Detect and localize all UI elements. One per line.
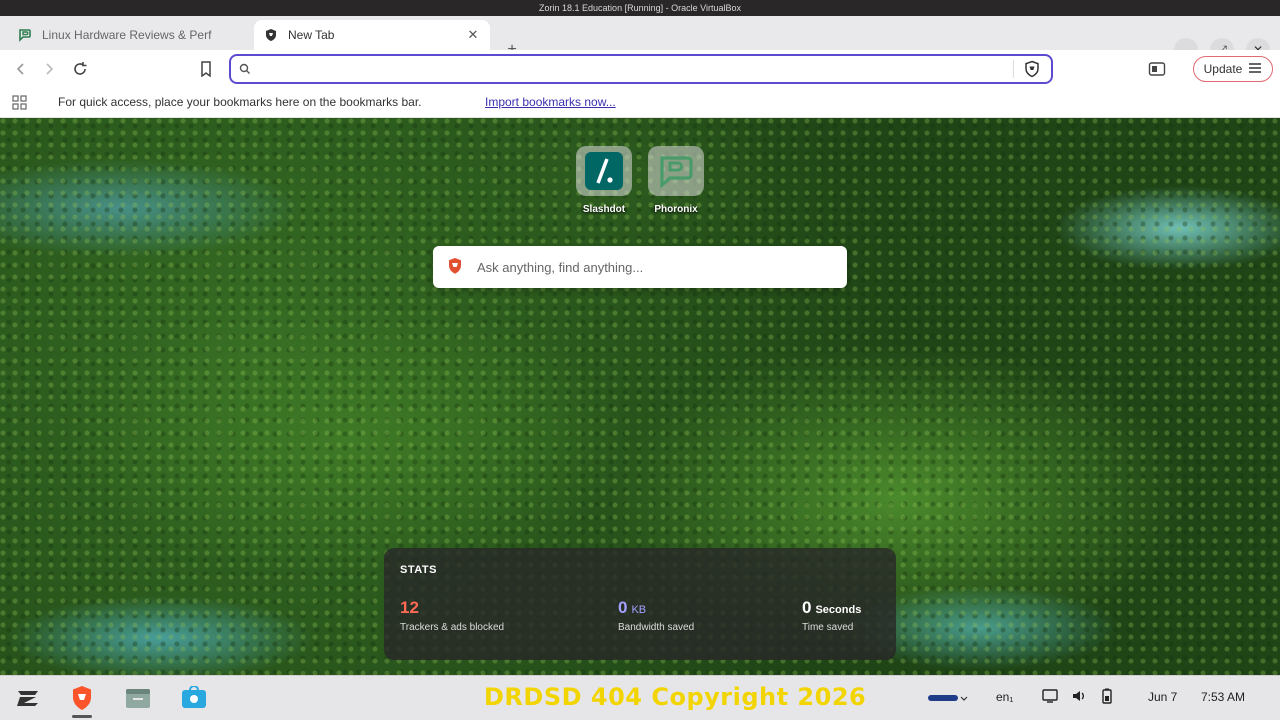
search-icon [239,63,251,78]
tab-new-tab[interactable]: New Tab ✕ [254,20,490,50]
top-site-phoronix[interactable]: Phoronix [648,146,704,215]
import-bookmarks-link[interactable]: Import bookmarks now... [485,95,616,109]
browser-toolbar: Update [0,50,1280,88]
time-unit: Seconds [815,604,862,616]
trackers-label: Trackers & ads blocked [400,622,505,633]
time-label[interactable]: 7:53 AM [1201,690,1245,704]
brave-lion-icon [447,257,463,278]
brave-shield-icon [264,28,278,42]
ntp-search-box[interactable] [433,246,847,288]
address-input[interactable] [257,60,1017,78]
brave-browser-icon[interactable] [66,683,98,713]
bandwidth-unit: KB [631,604,647,616]
update-label: Update [1203,62,1243,76]
top-site-label: Slashdot [582,204,626,215]
date-label[interactable]: Jun 7 [1148,690,1177,704]
bandwidth-label: Bandwidth saved [618,622,695,633]
trackers-count: 12 [400,598,419,617]
battery-icon[interactable] [1100,688,1114,707]
tab-title: New Tab [288,28,335,42]
reload-icon[interactable] [69,58,91,80]
slashdot-icon [576,146,632,196]
time-label: Time saved [802,622,854,633]
address-divider [1013,60,1014,78]
active-app-indicator [72,715,92,718]
stats-header: STATS [400,564,437,576]
files-icon[interactable] [122,683,154,713]
update-button[interactable]: Update [1193,56,1273,82]
display-icon[interactable] [1042,688,1058,707]
apps-grid-icon[interactable] [12,95,28,114]
top-site-slashdot[interactable]: Slashdot [576,146,632,215]
back-icon[interactable] [10,58,32,80]
bookmarks-bar-message: For quick access, place your bookmarks h… [58,95,422,109]
top-sites: Slashdot Phoronix [576,146,704,215]
forward-icon[interactable] [38,58,60,80]
zorin-menu-icon[interactable] [12,683,44,713]
stat-bandwidth: 0 KB Bandwidth saved [618,598,694,633]
address-bar[interactable] [229,54,1053,84]
new-tab-page: Slashdot Phoronix STATS 12 Trackers & ad… [0,118,1280,675]
tab-strip: Linux Hardware Reviews & Perf New Tab ✕ … [0,16,1280,62]
phoronix-icon [18,28,32,42]
close-tab-icon[interactable]: ✕ [466,28,480,42]
tab-title: Linux Hardware Reviews & Perf [42,28,212,42]
vm-window-title: Zorin 18.1 Education [Running] - Oracle … [0,0,1280,16]
volume-icon[interactable] [1071,688,1087,707]
copyright-watermark: DRDSD 404 Copyright 2026 [484,683,867,711]
stat-trackers: 12 Trackers & ads blocked [400,598,504,633]
time-value: 0 [802,598,812,617]
bandwidth-value: 0 [618,598,628,617]
keyboard-layout-indicator[interactable] [928,692,968,707]
software-store-icon[interactable] [178,683,210,713]
ntp-search-input[interactable] [477,259,847,275]
language-indicator[interactable]: en₁ [996,690,1013,704]
stat-time: 0 Seconds Time saved [802,598,861,633]
tab-linux-hardware[interactable]: Linux Hardware Reviews & Perf [8,20,252,50]
top-site-label: Phoronix [654,204,698,215]
phoronix-icon [648,146,704,196]
bookmark-icon[interactable] [195,58,217,80]
taskbar: DRDSD 404 Copyright 2026 en₁ Jun 7 7:53 … [0,675,1280,720]
brave-shields-icon[interactable] [1023,60,1041,81]
bookmarks-bar: For quick access, place your bookmarks h… [0,88,1280,118]
menu-icon [1248,62,1262,77]
sidebar-icon[interactable] [1146,58,1168,80]
stats-widget: STATS 12 Trackers & ads blocked 0 KB Band… [384,548,896,660]
